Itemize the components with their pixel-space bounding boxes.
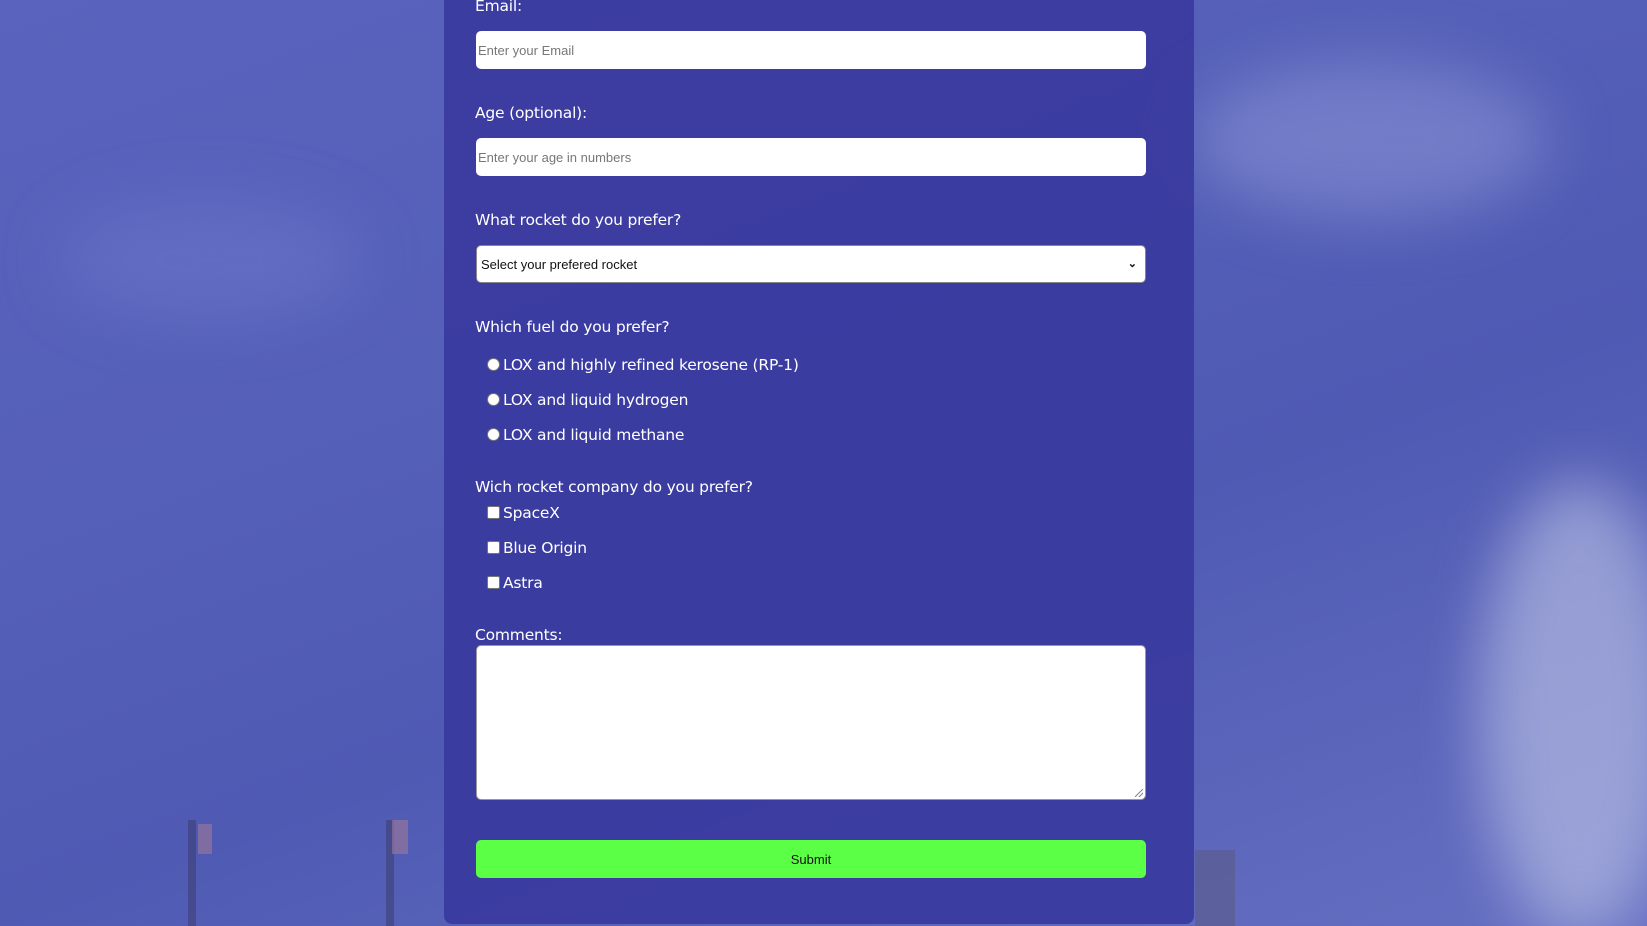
company-option-label: SpaceX [503,504,560,522]
background-smoke [1480,480,1647,926]
company-label: Wich rocket company do you prefer? [475,478,753,496]
company-option-label: Astra [503,574,543,592]
light-tower-lamp [198,824,212,854]
radio-button[interactable] [487,392,500,406]
rocket-select[interactable]: Select your prefered rocket ⌄ [476,245,1146,283]
background-cloud [1190,60,1550,220]
age-label: Age (optional): [475,104,588,122]
background-cloud [60,200,360,320]
fuel-option-label: LOX and liquid hydrogen [503,391,689,409]
company-option-label: Blue Origin [503,539,587,557]
resize-handle-icon[interactable] [1135,789,1143,797]
light-tower-lamp [392,820,408,854]
checkbox[interactable] [487,575,500,589]
rocket-label: What rocket do you prefer? [475,211,682,229]
company-option-astra[interactable]: Astra [487,574,543,592]
submit-button[interactable]: Submit [476,840,1146,878]
fuel-option-hydrogen[interactable]: LOX and liquid hydrogen [487,391,688,409]
fuel-option-label: LOX and highly refined kerosene (RP-1) [503,356,799,374]
radio-button[interactable] [487,357,500,371]
email-input[interactable] [476,31,1146,69]
launch-structure [1195,850,1235,926]
rocket-select-value: Select your prefered rocket [481,256,638,272]
age-input[interactable] [476,138,1146,176]
checkbox[interactable] [487,505,500,519]
fuel-label: Which fuel do you prefer? [475,318,670,336]
fuel-option-label: LOX and liquid methane [503,426,685,444]
fuel-option-methane[interactable]: LOX and liquid methane [487,426,684,444]
comments-textarea[interactable] [476,645,1146,800]
email-label: Email: [475,0,523,15]
fuel-option-rp1[interactable]: LOX and highly refined kerosene (RP-1) [487,356,799,374]
company-option-blue-origin[interactable]: Blue Origin [487,539,587,557]
light-tower [188,820,196,926]
comments-label: Comments: [475,626,563,644]
checkbox[interactable] [487,540,500,554]
chevron-down-icon: ⌄ [1127,258,1137,270]
company-option-spacex[interactable]: SpaceX [487,504,560,522]
radio-button[interactable] [487,427,500,441]
